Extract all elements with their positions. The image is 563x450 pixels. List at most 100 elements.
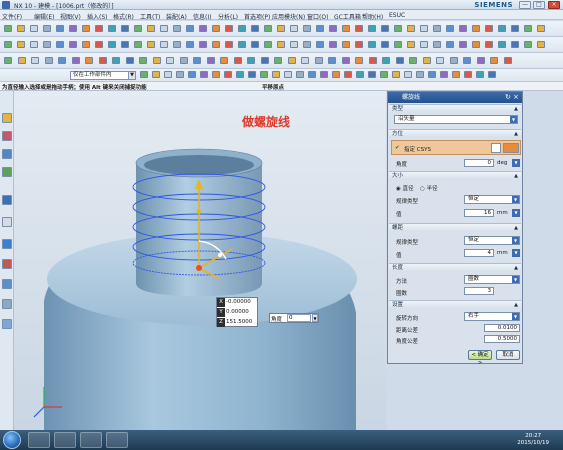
- toolbar-tool-icon[interactable]: [186, 41, 194, 48]
- manufacturing-wizard-icon[interactable]: [2, 259, 12, 269]
- graphics-window[interactable]: [14, 91, 386, 430]
- toolbar-tool-icon[interactable]: [176, 71, 184, 78]
- chevron-down-icon[interactable]: ▼: [512, 159, 520, 167]
- chevron-down-icon[interactable]: ▼: [312, 314, 318, 322]
- menu-window[interactable]: 窗口(O): [307, 12, 328, 21]
- toolbar-tool-icon[interactable]: [225, 25, 233, 32]
- toolbar-tool-icon[interactable]: [433, 25, 441, 32]
- toolbar-tool-icon[interactable]: [251, 41, 259, 48]
- toolbar-tool-icon[interactable]: [404, 71, 412, 78]
- toolbar-tool-icon[interactable]: [160, 25, 168, 32]
- toolbar-tool-icon[interactable]: [368, 25, 376, 32]
- cancel-button[interactable]: 取消: [496, 350, 520, 360]
- toolbar-tool-icon[interactable]: [355, 57, 363, 64]
- toolbar-tool-icon[interactable]: [108, 41, 116, 48]
- toolbar-tool-icon[interactable]: [260, 71, 268, 78]
- toolbar-tool-icon[interactable]: [503, 57, 512, 64]
- toolbar-tool-icon[interactable]: [134, 41, 142, 48]
- toolbar-tool-icon[interactable]: [301, 57, 309, 64]
- toolbar-tool-icon[interactable]: [82, 25, 90, 32]
- toolbar-tool-icon[interactable]: [314, 57, 323, 64]
- system-scenes-icon[interactable]: [2, 299, 12, 309]
- toolbar-tool-icon[interactable]: [4, 57, 12, 64]
- taskbar-app-3[interactable]: [80, 432, 102, 448]
- ok-button[interactable]: < 确定 >: [468, 350, 492, 366]
- chevron-down-icon[interactable]: ▼: [512, 249, 520, 257]
- toolbar-tool-icon[interactable]: [452, 71, 460, 78]
- taskbar-app-nx[interactable]: [106, 432, 128, 448]
- toolbar-tool-icon[interactable]: [422, 57, 431, 64]
- toolbar-tool-icon[interactable]: [524, 41, 532, 48]
- toolbar-tool-icon[interactable]: [368, 57, 377, 64]
- toolbar-tool-icon[interactable]: [220, 57, 228, 64]
- type-dropdown[interactable]: 沿矢量 ▼: [394, 115, 518, 124]
- toolbar-tool-icon[interactable]: [173, 41, 181, 48]
- section-orientation[interactable]: 方位 ▲: [389, 129, 521, 138]
- menu-format[interactable]: 格式(R): [113, 12, 134, 21]
- radio-radius[interactable]: ○ 半径: [420, 184, 438, 192]
- menu-insert[interactable]: 插入(S): [87, 12, 108, 21]
- toolbar-tool-icon[interactable]: [368, 71, 376, 78]
- toolbar-tool-icon[interactable]: [31, 57, 39, 64]
- toolbar-tool-icon[interactable]: [342, 25, 350, 32]
- toolbar-tool-icon[interactable]: [436, 57, 444, 64]
- toolbar-tool-icon[interactable]: [420, 41, 428, 48]
- reuse-library-icon[interactable]: [2, 167, 12, 177]
- radio-diameter[interactable]: ◉ 直径: [396, 184, 414, 192]
- section-size[interactable]: 大小 ▲: [389, 171, 521, 180]
- toolbar-tool-icon[interactable]: [71, 57, 80, 64]
- menu-file[interactable]: 文件(F): [2, 12, 22, 21]
- toolbar-tool-icon[interactable]: [290, 25, 298, 32]
- toolbar-tool-icon[interactable]: [316, 41, 324, 48]
- toolbar-tool-icon[interactable]: [17, 25, 25, 32]
- toolbar-tool-icon[interactable]: [490, 57, 498, 64]
- toolbar-tool-icon[interactable]: [277, 41, 285, 48]
- toolbar-tool-icon[interactable]: [56, 41, 64, 48]
- toolbar-tool-icon[interactable]: [108, 25, 116, 32]
- menu-help[interactable]: 帮助(H): [362, 12, 383, 21]
- toolbar-tool-icon[interactable]: [420, 25, 428, 32]
- close-button[interactable]: ×: [548, 1, 560, 9]
- toolbar-tool-icon[interactable]: [341, 57, 350, 64]
- toolbar-tool-icon[interactable]: [160, 41, 168, 48]
- coord-x-value[interactable]: -0.00000: [226, 299, 251, 305]
- toolbar-tool-icon[interactable]: [537, 25, 545, 32]
- toolbar-tool-icon[interactable]: [17, 41, 25, 48]
- toolbar-tool-icon[interactable]: [381, 41, 389, 48]
- menu-gc-toolbox[interactable]: GC工具箱: [334, 12, 361, 21]
- toolbar-tool-icon[interactable]: [147, 25, 155, 32]
- toolbar-tool-icon[interactable]: [524, 25, 532, 32]
- taskbar-app-2[interactable]: [54, 432, 76, 448]
- toolbar-tool-icon[interactable]: [344, 71, 352, 78]
- toolbar-tool-icon[interactable]: [233, 57, 242, 64]
- toolbar-tool-icon[interactable]: [382, 57, 390, 64]
- toolbar-tool-icon[interactable]: [277, 25, 285, 32]
- toolbar-tool-icon[interactable]: [428, 71, 436, 78]
- history-icon[interactable]: [2, 217, 12, 227]
- toolbar-tool-icon[interactable]: [446, 25, 454, 32]
- turns-field[interactable]: 3: [464, 287, 494, 295]
- menu-edit[interactable]: 编辑(E): [34, 12, 54, 21]
- toolbar-tool-icon[interactable]: [464, 71, 472, 78]
- toolbar-tool-icon[interactable]: [329, 41, 337, 48]
- toolbar-tool-icon[interactable]: [416, 71, 424, 78]
- toolbar-tool-icon[interactable]: [355, 25, 363, 32]
- section-pitch[interactable]: 螺距 ▲: [389, 223, 521, 232]
- section-length[interactable]: 长度 ▲: [389, 263, 521, 272]
- start-button[interactable]: [3, 431, 21, 449]
- toolbar-tool-icon[interactable]: [193, 57, 201, 64]
- angle-popup-field[interactable]: 0: [287, 314, 311, 322]
- toolbar-tool-icon[interactable]: [409, 57, 417, 64]
- toolbar-tool-icon[interactable]: [488, 71, 496, 78]
- menu-esuc[interactable]: ESUC: [389, 12, 405, 19]
- toolbar-tool-icon[interactable]: [166, 57, 174, 64]
- constraint-navigator-icon[interactable]: [2, 149, 12, 159]
- menu-view[interactable]: 视图(V): [60, 12, 81, 21]
- toolbar-tool-icon[interactable]: [152, 57, 161, 64]
- menu-analysis[interactable]: 分析(L): [218, 12, 238, 21]
- toolbar-tool-icon[interactable]: [98, 57, 107, 64]
- system-materials-icon[interactable]: [2, 319, 12, 329]
- toolbar-tool-icon[interactable]: [224, 71, 232, 78]
- toolbar-tool-icon[interactable]: [212, 41, 220, 48]
- toolbar-tool-icon[interactable]: [238, 25, 246, 32]
